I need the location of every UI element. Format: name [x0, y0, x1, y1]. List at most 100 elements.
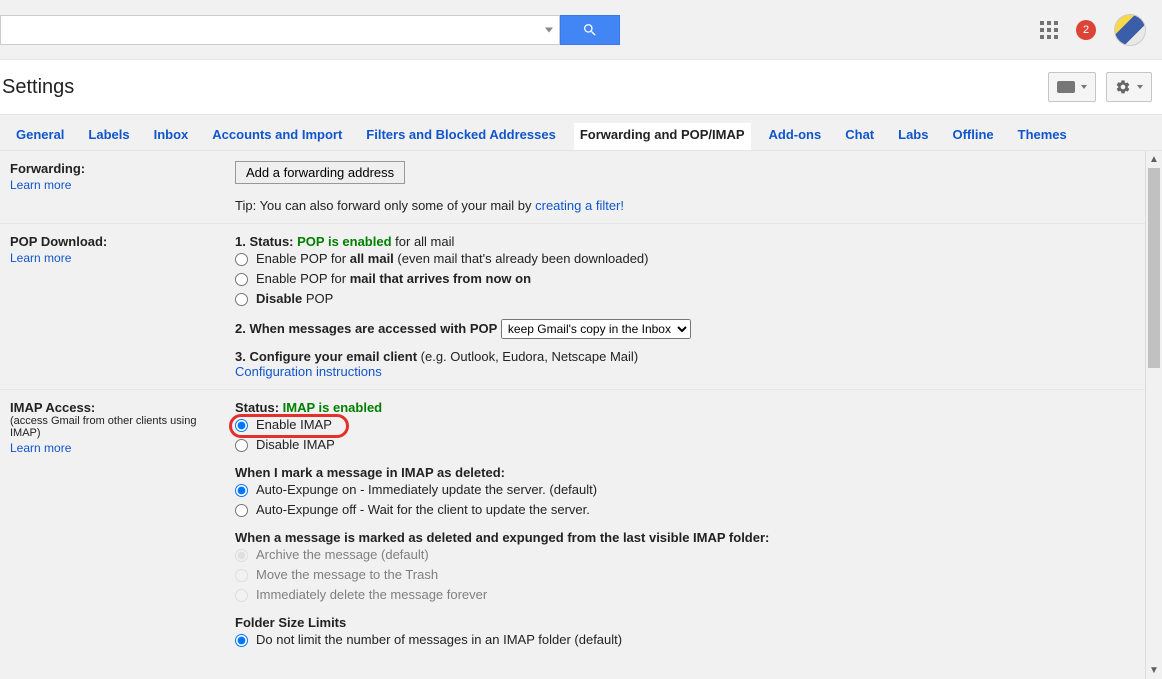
- gear-icon: [1115, 79, 1131, 95]
- search-icon: [582, 22, 598, 38]
- tab-general[interactable]: General: [10, 123, 70, 150]
- pop-step3-suffix: (e.g. Outlook, Eudora, Netscape Mail): [421, 349, 639, 364]
- imap-expunge-on-radio[interactable]: [235, 484, 248, 497]
- imap-status-prefix: Status:: [235, 400, 283, 415]
- pop-step3-row: 3. Configure your email client (e.g. Out…: [235, 349, 1135, 364]
- imap-disable-label: Disable IMAP: [256, 435, 335, 455]
- pop-enable-all-row: Enable POP for all mail (even mail that'…: [235, 249, 1135, 269]
- imap-subnote: (access Gmail from other clients using I…: [10, 415, 227, 439]
- scroll-up-icon[interactable]: ▲: [1146, 151, 1162, 168]
- topbar-right: 2: [1040, 14, 1146, 46]
- imap-archive-label: Archive the message (default): [256, 545, 429, 565]
- settings-content: Forwarding: Learn more Add a forwarding …: [0, 151, 1145, 679]
- imap-delete-forever-label: Immediately delete the message forever: [256, 585, 487, 605]
- imap-expunge-off-row: Auto-Expunge off - Wait for the client t…: [235, 500, 1135, 520]
- pop-status-suffix: for all mail: [392, 234, 455, 249]
- pop-status-prefix: 1. Status:: [235, 234, 297, 249]
- search-options-caret-icon[interactable]: [545, 27, 553, 32]
- imap-disable-row: Disable IMAP: [235, 435, 1135, 455]
- forwarding-tip-text: Tip: You can also forward only some of y…: [235, 198, 535, 213]
- imap-enable-row: Enable IMAP: [235, 415, 1135, 435]
- pop-action-select[interactable]: keep Gmail's copy in the Inbox: [501, 319, 691, 339]
- forwarding-learn-more-link[interactable]: Learn more: [10, 178, 227, 192]
- tab-labs[interactable]: Labs: [892, 123, 934, 150]
- pop-step2-row: 2. When messages are accessed with POP k…: [235, 319, 1135, 339]
- pop-disable-label: Disable POP: [256, 289, 333, 309]
- scroll-thumb[interactable]: [1148, 168, 1160, 368]
- topbar: 2: [0, 0, 1162, 60]
- forwarding-section: Forwarding: Learn more Add a forwarding …: [0, 151, 1145, 224]
- scrollbar[interactable]: ▲ ▼: [1145, 151, 1162, 679]
- pop-disable-row: Disable POP: [235, 289, 1135, 309]
- tab-accounts[interactable]: Accounts and Import: [206, 123, 348, 150]
- creating-filter-link[interactable]: creating a filter!: [535, 198, 624, 213]
- titlebar-actions: [1048, 72, 1152, 102]
- search-button[interactable]: [560, 15, 620, 45]
- scroll-down-icon[interactable]: ▼: [1146, 662, 1162, 679]
- imap-expunge-on-row: Auto-Expunge on - Immediately update the…: [235, 480, 1135, 500]
- imap-trash-row: Move the message to the Trash: [235, 565, 1135, 585]
- pop-heading: POP Download:: [10, 234, 107, 249]
- imap-delete-forever-row: Immediately delete the message forever: [235, 585, 1135, 605]
- imap-trash-radio: [235, 569, 248, 582]
- pop-enable-all-label: Enable POP for all mail (even mail that'…: [256, 249, 649, 269]
- imap-disable-radio[interactable]: [235, 439, 248, 452]
- imap-status-line: Status: IMAP is enabled: [235, 400, 1135, 415]
- tab-filters[interactable]: Filters and Blocked Addresses: [360, 123, 562, 150]
- imap-folder-nolimit-label: Do not limit the number of messages in a…: [256, 630, 622, 650]
- settings-gear-button[interactable]: [1106, 72, 1152, 102]
- imap-folder-nolimit-row: Do not limit the number of messages in a…: [235, 630, 1135, 650]
- search-wrap: [0, 15, 620, 45]
- pop-step2-label: 2. When messages are accessed with POP: [235, 321, 497, 336]
- forwarding-heading: Forwarding:: [10, 161, 85, 176]
- pop-enable-all-radio[interactable]: [235, 253, 248, 266]
- imap-status-value: IMAP is enabled: [283, 400, 382, 415]
- pop-config-instructions-link[interactable]: Configuration instructions: [235, 364, 1135, 379]
- pop-status-value: POP is enabled: [297, 234, 391, 249]
- pop-disable-radio[interactable]: [235, 293, 248, 306]
- pop-enable-new-row: Enable POP for mail that arrives from no…: [235, 269, 1135, 289]
- tab-forwarding-pop-imap[interactable]: Forwarding and POP/IMAP: [574, 123, 751, 150]
- tab-inbox[interactable]: Inbox: [148, 123, 195, 150]
- imap-archive-row: Archive the message (default): [235, 545, 1135, 565]
- tab-chat[interactable]: Chat: [839, 123, 880, 150]
- apps-icon[interactable]: [1040, 21, 1058, 39]
- imap-expunge-off-radio[interactable]: [235, 504, 248, 517]
- imap-deleted-heading: When I mark a message in IMAP as deleted…: [235, 465, 1135, 480]
- imap-enable-label: Enable IMAP: [256, 415, 332, 435]
- tab-labels[interactable]: Labels: [82, 123, 135, 150]
- input-tools-button[interactable]: [1048, 72, 1096, 102]
- imap-learn-more-link[interactable]: Learn more: [10, 441, 227, 455]
- tab-themes[interactable]: Themes: [1012, 123, 1073, 150]
- pop-enable-new-label: Enable POP for mail that arrives from no…: [256, 269, 531, 289]
- page-title: Settings: [2, 76, 74, 99]
- search-input[interactable]: [0, 15, 560, 45]
- imap-archive-radio: [235, 549, 248, 562]
- imap-enable-radio[interactable]: [235, 419, 248, 432]
- settings-tabs: General Labels Inbox Accounts and Import…: [0, 115, 1162, 151]
- titlebar: Settings: [0, 60, 1162, 115]
- add-forwarding-address-button[interactable]: Add a forwarding address: [235, 161, 405, 184]
- avatar[interactable]: [1114, 14, 1146, 46]
- chevron-down-icon: [1137, 85, 1143, 89]
- pop-step3-prefix: 3. Configure your email client: [235, 349, 421, 364]
- imap-trash-label: Move the message to the Trash: [256, 565, 438, 585]
- imap-expunge-off-label: Auto-Expunge off - Wait for the client t…: [256, 500, 590, 520]
- imap-section: IMAP Access: (access Gmail from other cl…: [0, 390, 1145, 660]
- pop-status-line: 1. Status: POP is enabled for all mail: [235, 234, 1135, 249]
- imap-folder-nolimit-radio[interactable]: [235, 634, 248, 647]
- imap-delete-forever-radio: [235, 589, 248, 602]
- imap-expunge-on-label: Auto-Expunge on - Immediately update the…: [256, 480, 597, 500]
- forwarding-tip: Tip: You can also forward only some of y…: [235, 198, 1135, 213]
- keyboard-icon: [1057, 81, 1075, 93]
- tab-offline[interactable]: Offline: [946, 123, 999, 150]
- pop-section: POP Download: Learn more 1. Status: POP …: [0, 224, 1145, 390]
- pop-learn-more-link[interactable]: Learn more: [10, 251, 227, 265]
- notification-badge[interactable]: 2: [1076, 20, 1096, 40]
- tab-addons[interactable]: Add-ons: [763, 123, 828, 150]
- imap-heading: IMAP Access:: [10, 400, 95, 415]
- imap-folder-heading: Folder Size Limits: [235, 615, 1135, 630]
- chevron-down-icon: [1081, 85, 1087, 89]
- pop-enable-new-radio[interactable]: [235, 273, 248, 286]
- imap-expunged-heading: When a message is marked as deleted and …: [235, 530, 1135, 545]
